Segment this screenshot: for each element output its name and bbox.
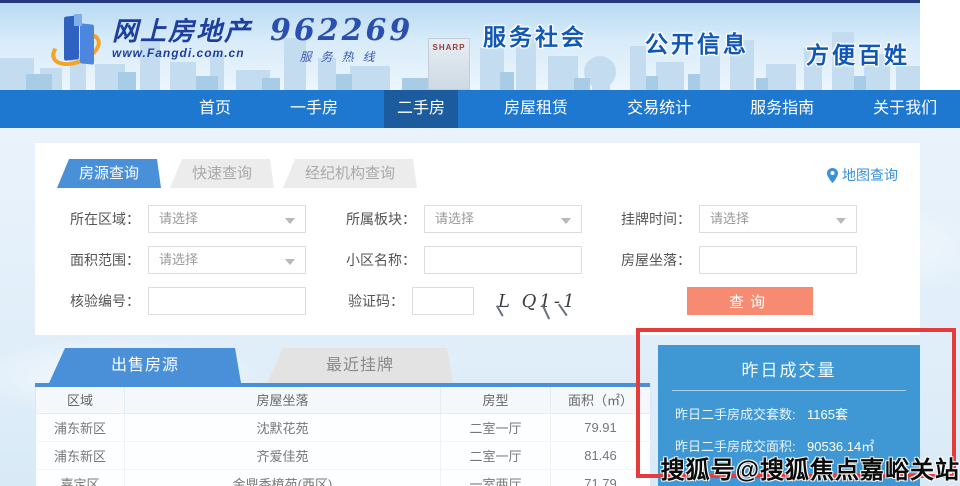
nav-item-service-guide[interactable]: 服务指南 bbox=[737, 90, 827, 128]
tab-agency-search[interactable]: 经纪机构查询 bbox=[283, 159, 417, 188]
hotline-number: 962269 bbox=[270, 16, 413, 46]
logo-url: www.Fangdi.com.cn bbox=[112, 46, 252, 60]
slogan-open-information: 公开信息 bbox=[645, 25, 749, 59]
map-search-label: 地图查询 bbox=[842, 165, 898, 185]
logo-title: 网上房地产 bbox=[112, 18, 252, 46]
chevron-down-icon bbox=[836, 218, 846, 224]
search-card: 房源查询 快速查询 经纪机构查询 地图查询 所在区域： 请选择 所属板块： 请选… bbox=[35, 143, 920, 335]
top-border-line bbox=[0, 0, 920, 3]
nav-item-home[interactable]: 首页 bbox=[186, 90, 244, 128]
listing-time-label: 挂牌时间： bbox=[621, 209, 691, 229]
captcha-image[interactable]: L Q1-1 bbox=[498, 291, 577, 312]
plate-field: 所属板块： 请选择 bbox=[346, 205, 582, 233]
logo-building-icon bbox=[52, 14, 104, 72]
chevron-down-icon bbox=[561, 218, 571, 224]
nav-item-new-house[interactable]: 一手房 bbox=[277, 90, 351, 128]
chevron-down-icon bbox=[285, 218, 295, 224]
main-nav: 首页 一手房 二手房 房屋租赁 交易统计 服务指南 关于我们 bbox=[0, 90, 960, 128]
header-banner: 网上房地产 www.Fangdi.com.cn 962269 服务热线 SHAR… bbox=[0, 0, 920, 90]
slogan-serve-society: 服务社会 bbox=[483, 18, 587, 52]
panel-divider bbox=[672, 390, 906, 391]
header-location: 房屋坐落 bbox=[125, 387, 441, 413]
listing-table: 区域 房屋坐落 房型 面积（㎡） 浦东新区 沈默花苑 二室一厅 79.91 浦东… bbox=[35, 387, 651, 486]
panel-title: 昨日成交量 bbox=[658, 356, 920, 381]
area-range-field: 面积范围： 请选择 bbox=[70, 246, 306, 274]
search-tabs: 房源查询 快速查询 经纪机构查询 bbox=[57, 159, 426, 188]
header-area: 区域 bbox=[36, 387, 125, 413]
hotline-label: 服务热线 bbox=[300, 48, 384, 65]
community-name-field: 小区名称： bbox=[346, 246, 582, 274]
tab-for-sale[interactable]: 出售房源 bbox=[49, 348, 241, 383]
verification-no-label: 核验编号： bbox=[70, 291, 140, 311]
verification-no-field: 核验编号： bbox=[70, 287, 306, 315]
tab-listing-search[interactable]: 房源查询 bbox=[57, 159, 161, 188]
listing-time-select[interactable]: 请选择 bbox=[699, 205, 857, 233]
community-name-label: 小区名称： bbox=[346, 250, 416, 270]
watermark: 搜狐号@搜狐焦点嘉峪关站 bbox=[661, 450, 960, 485]
cell-area: 浦东新区 bbox=[36, 441, 125, 469]
slogan-convenience: 方便百姓 bbox=[806, 36, 910, 70]
chevron-down-icon bbox=[285, 259, 295, 265]
plate-select[interactable]: 请选择 bbox=[424, 205, 582, 233]
house-location-input[interactable] bbox=[699, 246, 857, 274]
community-name-input[interactable] bbox=[424, 246, 582, 274]
hotline: 962269 服务热线 bbox=[270, 16, 413, 65]
region-label: 所在区域： bbox=[70, 209, 140, 229]
header-size: 面积（㎡） bbox=[551, 387, 651, 413]
site-logo[interactable]: 网上房地产 www.Fangdi.com.cn 962269 服务热线 bbox=[52, 14, 413, 72]
cell-size: 71.79 bbox=[551, 469, 651, 486]
cell-size: 79.91 bbox=[551, 413, 651, 441]
cell-location: 齐爱佳苑 bbox=[125, 441, 441, 469]
captcha-input[interactable] bbox=[412, 287, 474, 315]
region-field: 所在区域： 请选择 bbox=[70, 205, 306, 233]
captcha-label: 验证码： bbox=[348, 291, 404, 311]
plate-label: 所属板块： bbox=[346, 209, 416, 229]
tab-quick-search[interactable]: 快速查询 bbox=[170, 159, 274, 188]
cell-location: 金鼎香樟苑(西区) bbox=[125, 469, 441, 486]
stat-deals-count: 昨日二手房成交套数: 1165套 bbox=[675, 404, 920, 423]
sharp-building-graphic: SHARP bbox=[428, 38, 470, 90]
table-row[interactable]: 嘉定区 金鼎香樟苑(西区) 一室两厅 71.79 bbox=[36, 469, 651, 486]
listing-time-field: 挂牌时间： 请选择 bbox=[621, 205, 857, 233]
table-row[interactable]: 浦东新区 沈默花苑 二室一厅 79.91 bbox=[36, 413, 651, 441]
nav-item-statistics[interactable]: 交易统计 bbox=[614, 90, 704, 128]
area-range-label: 面积范围： bbox=[70, 250, 140, 270]
listing-tabs: 出售房源 最近挂牌 bbox=[35, 348, 453, 383]
nav-item-rental[interactable]: 房屋租赁 bbox=[491, 90, 581, 128]
cell-location: 沈默花苑 bbox=[125, 413, 441, 441]
stat-value: 1165套 bbox=[807, 404, 848, 423]
cell-area: 嘉定区 bbox=[36, 469, 125, 486]
sharp-sign: SHARP bbox=[429, 43, 469, 52]
map-pin-icon bbox=[827, 168, 838, 183]
cell-area: 浦东新区 bbox=[36, 413, 125, 441]
region-select[interactable]: 请选择 bbox=[148, 205, 306, 233]
table-row[interactable]: 浦东新区 齐爱佳苑 二室一厅 81.46 bbox=[36, 441, 651, 469]
table-header-row: 区域 房屋坐落 房型 面积（㎡） bbox=[36, 387, 651, 413]
tab-recently-listed[interactable]: 最近挂牌 bbox=[267, 348, 453, 383]
cell-type: 一室两厅 bbox=[441, 469, 551, 486]
cell-size: 81.46 bbox=[551, 441, 651, 469]
nav-item-second-hand[interactable]: 二手房 bbox=[384, 90, 458, 128]
verification-no-input[interactable] bbox=[148, 287, 306, 315]
area-range-select[interactable]: 请选择 bbox=[148, 246, 306, 274]
stat-label: 昨日二手房成交套数: bbox=[675, 404, 803, 423]
captcha-field: 验证码： L Q1-1 bbox=[348, 287, 577, 315]
map-search-link[interactable]: 地图查询 bbox=[827, 165, 898, 185]
header-type: 房型 bbox=[441, 387, 551, 413]
cell-type: 二室一厅 bbox=[441, 441, 551, 469]
house-location-label: 房屋坐落： bbox=[621, 250, 691, 270]
house-location-field: 房屋坐落： bbox=[621, 246, 857, 274]
query-button[interactable]: 查询 bbox=[687, 287, 813, 315]
cell-type: 二室一厅 bbox=[441, 413, 551, 441]
nav-item-about[interactable]: 关于我们 bbox=[860, 90, 950, 128]
